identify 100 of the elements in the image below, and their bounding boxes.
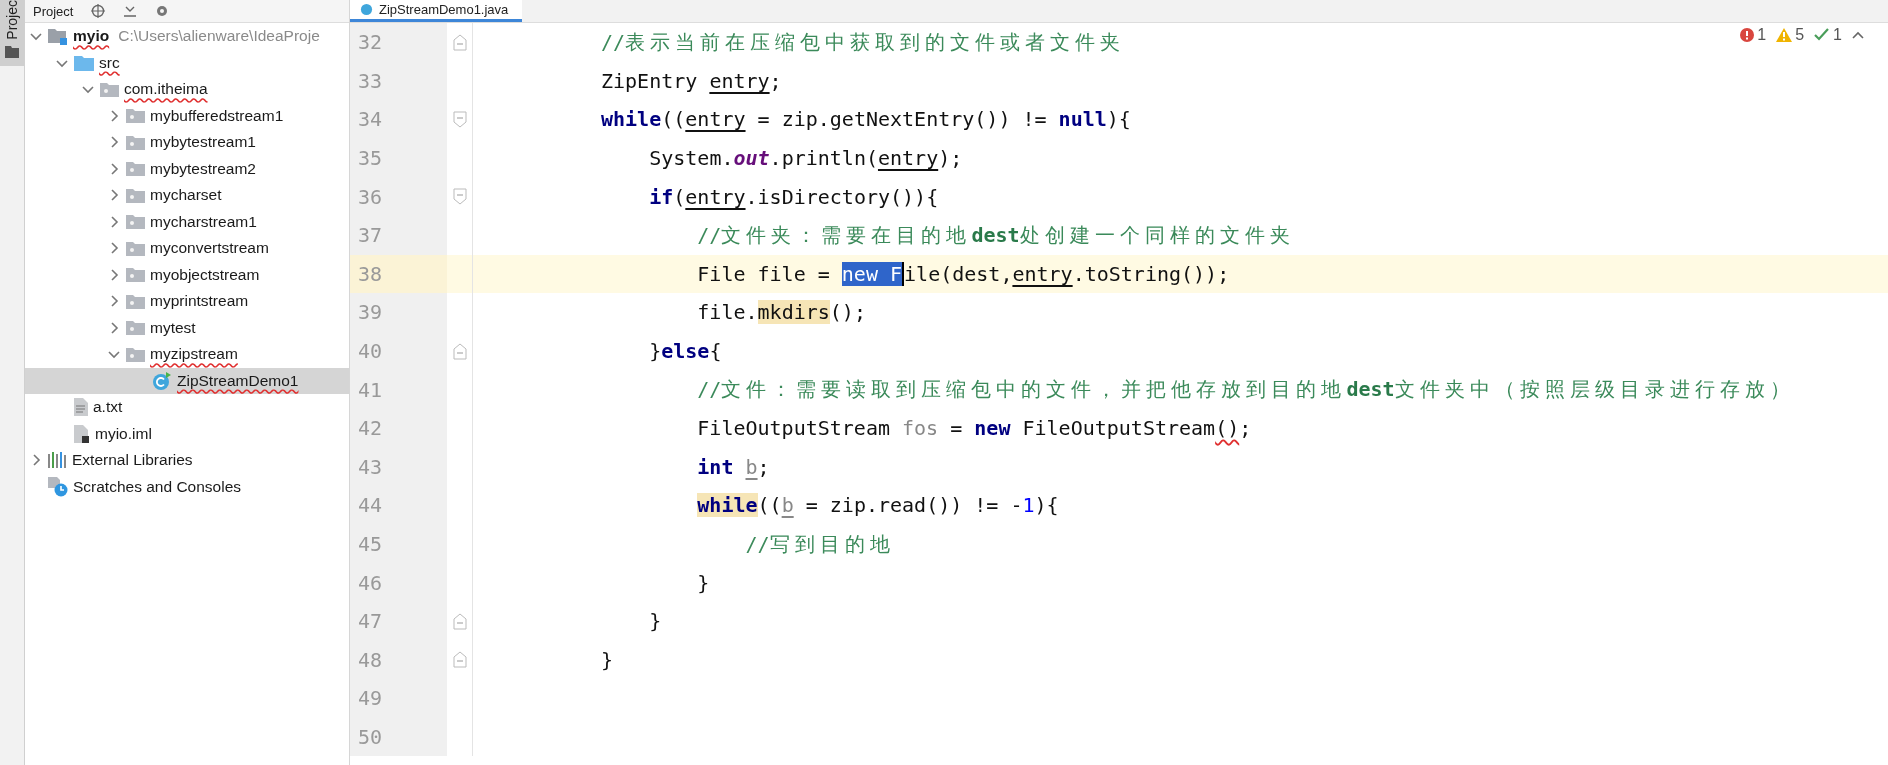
weak-warning-count[interactable]: 1 [1814, 26, 1842, 44]
code-line: FileOutputStream fos = new FileOutputStream(); [696, 416, 1252, 441]
warning-icon [1776, 28, 1793, 42]
error-count[interactable]: 1 [1740, 26, 1767, 44]
tree-item[interactable]: mycharset [25, 182, 349, 209]
code-line: System.out.println(entry); [648, 146, 963, 171]
library-bars-icon [48, 452, 67, 469]
code-line: } [600, 647, 614, 672]
tree-item[interactable]: com.itheima [25, 76, 349, 103]
panel-title[interactable]: Project [33, 3, 74, 19]
code-line: File file = new File(dest,entry.toString()); [696, 261, 1230, 286]
tree-item[interactable]: mybytestream1 [25, 129, 349, 156]
fold-marker-icon[interactable] [452, 33, 467, 51]
item-label: mycharset [150, 186, 222, 205]
fold-marker-icon[interactable] [452, 612, 467, 630]
code-line: }else{ [648, 339, 722, 364]
tree-item[interactable]: myprintstream [25, 288, 349, 315]
line-number: 48 [350, 640, 447, 680]
gear-icon[interactable] [155, 4, 170, 18]
tree-item[interactable]: mycharstream1 [25, 208, 349, 235]
code-line: ZipEntry entry; [600, 68, 782, 93]
package-folder-icon [126, 267, 145, 283]
tree-item[interactable]: myconvertstream [25, 235, 349, 262]
code-line: //写到目的地 [744, 530, 895, 558]
item-label: Scratches and Consoles [73, 477, 241, 496]
line-number: 43 [350, 447, 447, 487]
line-number: 36 [350, 177, 447, 216]
warning-count[interactable]: 5 [1776, 26, 1805, 44]
line-number: 37 [350, 215, 447, 255]
code-line: } [696, 570, 710, 595]
item-label: com.itheima [124, 80, 208, 99]
item-label: src [99, 53, 120, 72]
line-number: 34 [350, 100, 447, 139]
tree-item[interactable]: myobjectstream [25, 261, 349, 288]
line-number: 41 [350, 370, 447, 409]
check-icon [1814, 28, 1831, 42]
package-folder-icon [126, 346, 145, 362]
line-number: 46 [350, 563, 447, 602]
package-folder-icon [126, 240, 145, 256]
tree-item[interactable]: myzipstream [25, 341, 349, 368]
code-line: //表示当前在压缩包中获取到的文件或者文件夹 [600, 28, 1126, 56]
line-number: 32 [350, 23, 447, 62]
line-number: 40 [350, 331, 447, 371]
package-folder-icon [126, 161, 145, 177]
item-label: myzipstream [150, 345, 238, 364]
line-number: 45 [350, 524, 447, 564]
code-line: file.mkdirs(); [696, 300, 866, 325]
fold-marker-icon[interactable] [452, 651, 467, 669]
package-folder-icon [126, 320, 145, 336]
package-folder-icon [126, 134, 145, 150]
error-icon [1740, 28, 1755, 42]
code-line: //文件：需要读取到压缩包中的文件，并把他存放到目的地 dest文件夹中（按照层级目录进行存放） [696, 376, 1795, 404]
package-folder-icon [126, 187, 145, 203]
fold-marker-icon[interactable] [452, 188, 467, 206]
package-folder-icon [126, 293, 145, 309]
fold-marker-icon[interactable] [452, 111, 467, 128]
project-tool-tab[interactable]: Projec [0, 0, 24, 66]
tree-item[interactable]: src [25, 49, 349, 76]
tree-item[interactable]: mytest [25, 314, 349, 341]
editor-tab[interactable]: ZipStreamDemo1.java [350, 0, 523, 22]
collapse-all-icon[interactable] [123, 4, 138, 18]
target-icon[interactable] [91, 4, 106, 18]
package-folder-icon [100, 81, 119, 97]
code-line: while((b = zip.read()) != -1){ [696, 493, 1059, 518]
folder-icon [74, 54, 94, 71]
line-number: 35 [350, 138, 447, 178]
item-label: mytest [150, 318, 196, 337]
item-label: mycharstream1 [150, 212, 257, 231]
line-number: 47 [350, 601, 447, 641]
line-number: 49 [350, 679, 447, 718]
folder-icon [5, 45, 19, 58]
item-label: myio.iml [95, 424, 152, 443]
tree-item[interactable]: myio C:\Users\alienware\IdeaProje [25, 23, 349, 50]
code-line: //文件夹：需要在目的地 dest处创建一个同样的文件夹 [696, 221, 1295, 249]
line-number: 44 [350, 486, 447, 525]
item-label: mybytestream1 [150, 133, 256, 152]
tree-item[interactable]: mybytestream2 [25, 155, 349, 182]
fold-marker-icon[interactable] [452, 342, 467, 360]
package-folder-icon [126, 214, 145, 230]
code-line: } [648, 609, 662, 634]
tree-item[interactable]: Scratches and Consoles [25, 473, 349, 500]
scratches-icon [48, 476, 68, 497]
item-label: External Libraries [72, 451, 193, 470]
item-label: myprintstream [150, 292, 249, 311]
tree-item[interactable]: a.txt [25, 394, 349, 421]
line-number: 38 [350, 254, 447, 294]
code-line: if(entry.isDirectory()){ [648, 184, 939, 209]
line-number: 33 [350, 61, 447, 101]
line-number: 39 [350, 293, 447, 332]
item-label: ZipStreamDemo1 [177, 371, 299, 390]
text-file-icon [74, 398, 88, 417]
tree-item[interactable]: External Libraries [25, 447, 349, 474]
tree-item[interactable]: mybufferedstream1 [25, 102, 349, 129]
caret-up-icon[interactable] [1852, 31, 1864, 39]
line-number: 50 [350, 717, 447, 757]
item-label: mybytestream2 [150, 159, 256, 178]
item-label: myio [73, 27, 110, 46]
item-label: mybufferedstream1 [150, 106, 284, 125]
tree-item[interactable]: ZipStreamDemo1 [25, 367, 349, 394]
tree-item[interactable]: myio.iml [25, 420, 349, 447]
